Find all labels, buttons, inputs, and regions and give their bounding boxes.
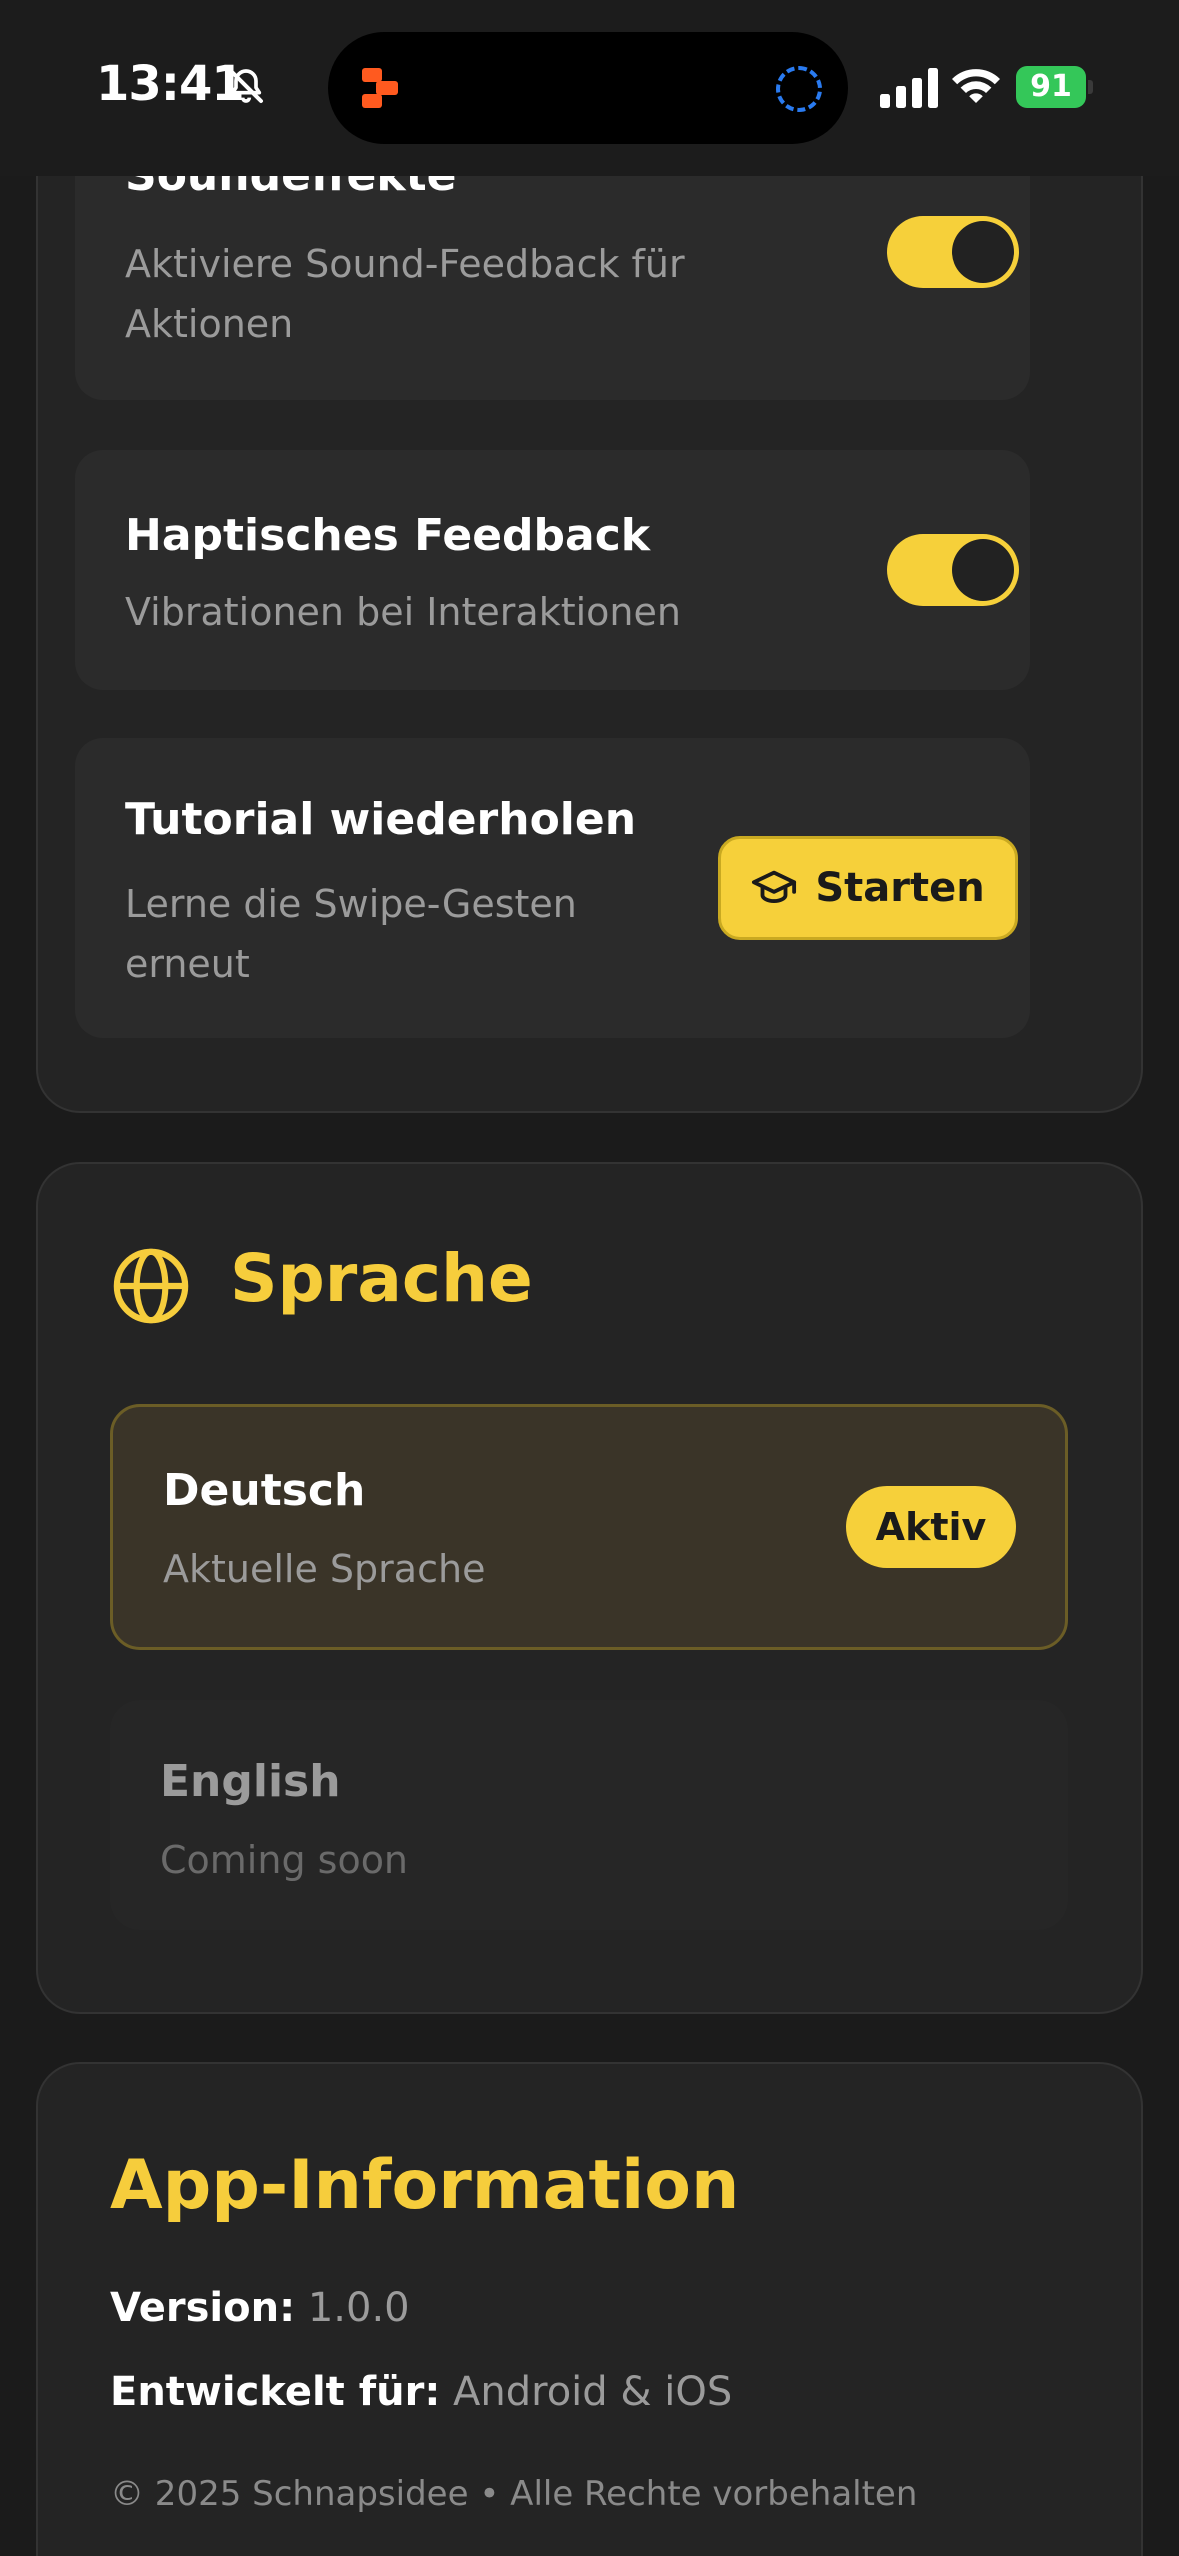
battery-charging-icon: 91 xyxy=(1016,66,1093,108)
tutorial-title: Tutorial wiederholen xyxy=(125,794,637,845)
platform-value: Android & iOS xyxy=(453,2369,733,2415)
sound-effects-toggle[interactable] xyxy=(887,216,1019,288)
dynamic-island[interactable] xyxy=(328,32,848,144)
haptic-feedback-title: Haptisches Feedback xyxy=(125,510,651,561)
language-subtitle: Coming soon xyxy=(160,1838,409,1882)
sound-effects-description: Aktiviere Sound-Feedback für Aktionen xyxy=(125,242,685,346)
toggle-knob xyxy=(952,539,1014,601)
tutorial-description: Lerne die Swipe-Gesten erneut xyxy=(125,882,577,986)
version-label: Version: xyxy=(110,2285,296,2331)
cellular-signal-icon xyxy=(880,68,938,108)
copyright-text: © 2025 Schnapsidee • Alle Rechte vorbeha… xyxy=(110,2474,918,2514)
language-section-title: Sprache xyxy=(230,1240,533,1317)
haptic-feedback-description: Vibrationen bei Interaktionen xyxy=(125,590,681,634)
language-subtitle: Aktuelle Sprache xyxy=(163,1547,486,1591)
language-name: English xyxy=(160,1756,341,1807)
version-line: Version: 1.0.0 xyxy=(110,2285,410,2331)
graduation-cap-icon xyxy=(752,870,797,903)
globe-icon xyxy=(113,1248,189,1324)
language-name: Deutsch xyxy=(163,1465,366,1516)
bell-muted-icon xyxy=(229,69,263,103)
status-time: 13:41 xyxy=(96,56,245,112)
battery-percent: 91 xyxy=(1030,69,1072,104)
activity-ring-icon xyxy=(776,66,822,112)
status-bar: 13:41 91 xyxy=(0,0,1179,176)
platform-line: Entwickelt für: Android & iOS xyxy=(110,2369,732,2415)
app-activity-icon xyxy=(362,68,398,108)
version-value: 1.0.0 xyxy=(307,2285,410,2331)
haptic-feedback-toggle[interactable] xyxy=(887,534,1019,606)
app-info-title: App-Information xyxy=(110,2146,740,2225)
battery-cap xyxy=(1088,80,1093,94)
platform-label: Entwickelt für: xyxy=(110,2369,441,2415)
active-badge: Aktiv xyxy=(846,1486,1016,1568)
start-tutorial-label: Starten xyxy=(815,865,985,911)
wifi-icon xyxy=(952,69,1000,103)
toggle-knob xyxy=(952,221,1014,283)
settings-screen: 13:41 91 Aktiviere Sound-Feedback für Ak… xyxy=(0,0,1179,2556)
start-tutorial-button[interactable]: Starten xyxy=(718,836,1018,940)
language-option-english: English Coming soon xyxy=(110,1700,1068,1930)
